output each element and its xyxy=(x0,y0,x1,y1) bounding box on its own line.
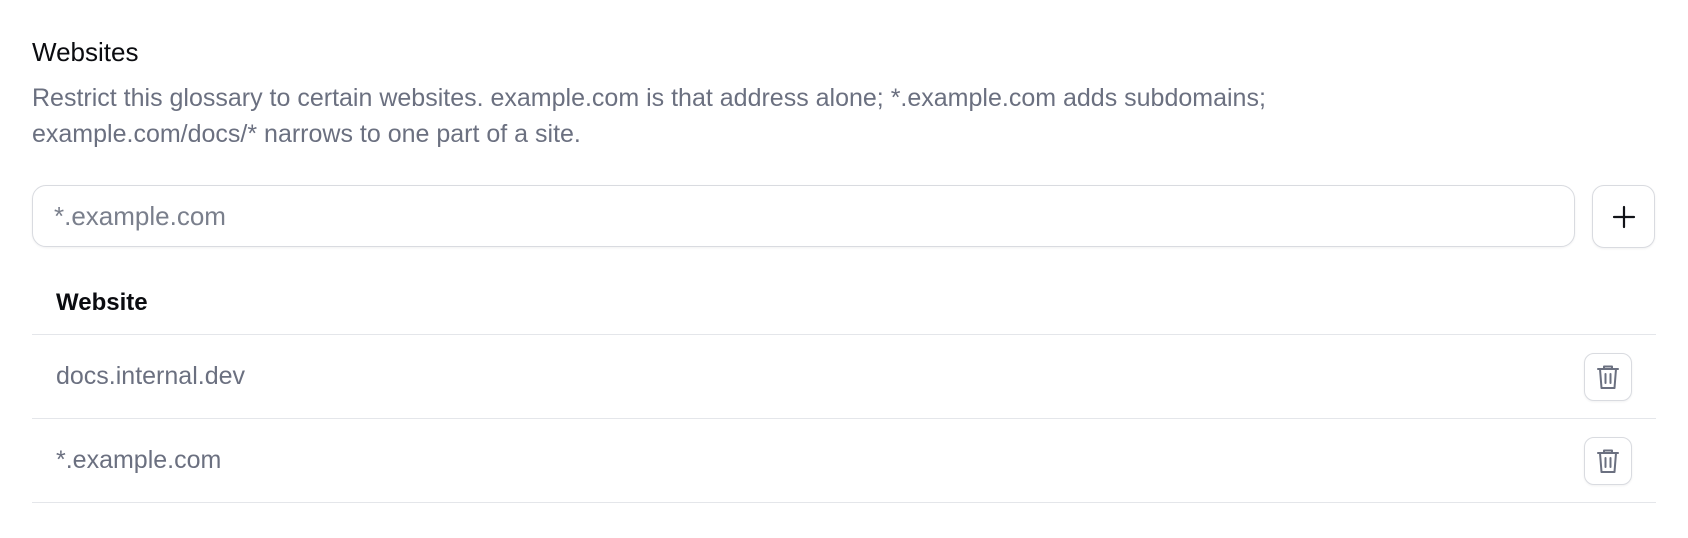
add-website-button[interactable] xyxy=(1592,185,1655,248)
plus-icon xyxy=(1612,205,1635,228)
table-row: *.example.com xyxy=(32,419,1656,503)
trash-icon xyxy=(1597,449,1619,473)
delete-website-button[interactable] xyxy=(1584,436,1632,485)
column-header-website: Website xyxy=(56,289,148,316)
table-row: docs.internal.dev xyxy=(32,335,1656,419)
trash-icon xyxy=(1597,365,1619,389)
website-input[interactable] xyxy=(33,186,1574,246)
table-header: Website xyxy=(32,272,1656,335)
section-description: Restrict this glossary to certain websit… xyxy=(32,84,1266,148)
section-title: Websites xyxy=(32,37,139,67)
websites-table: Website docs.internal.dev *.example.com xyxy=(32,272,1656,503)
delete-website-button[interactable] xyxy=(1584,352,1632,401)
website-input-wrapper xyxy=(32,185,1575,247)
website-cell: docs.internal.dev xyxy=(56,362,246,390)
websites-section: Websites Restrict this glossary to certa… xyxy=(0,0,1688,538)
website-cell: *.example.com xyxy=(56,446,222,474)
